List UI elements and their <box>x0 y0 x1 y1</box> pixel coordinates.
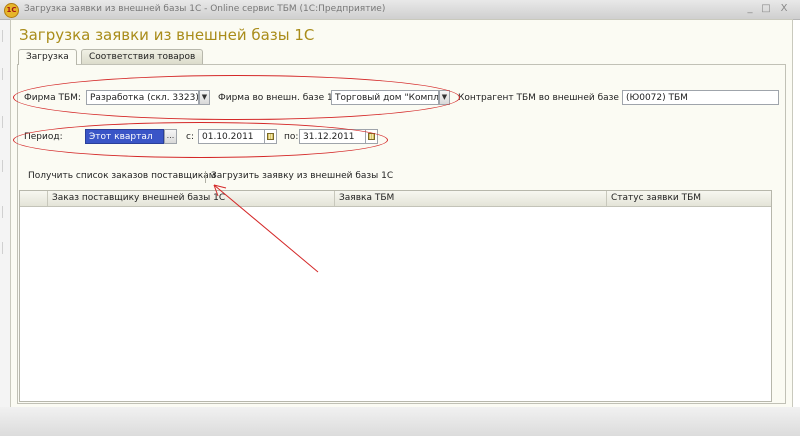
annotation-arrow <box>213 184 319 273</box>
tab-load[interactable]: Загрузка <box>18 49 77 65</box>
